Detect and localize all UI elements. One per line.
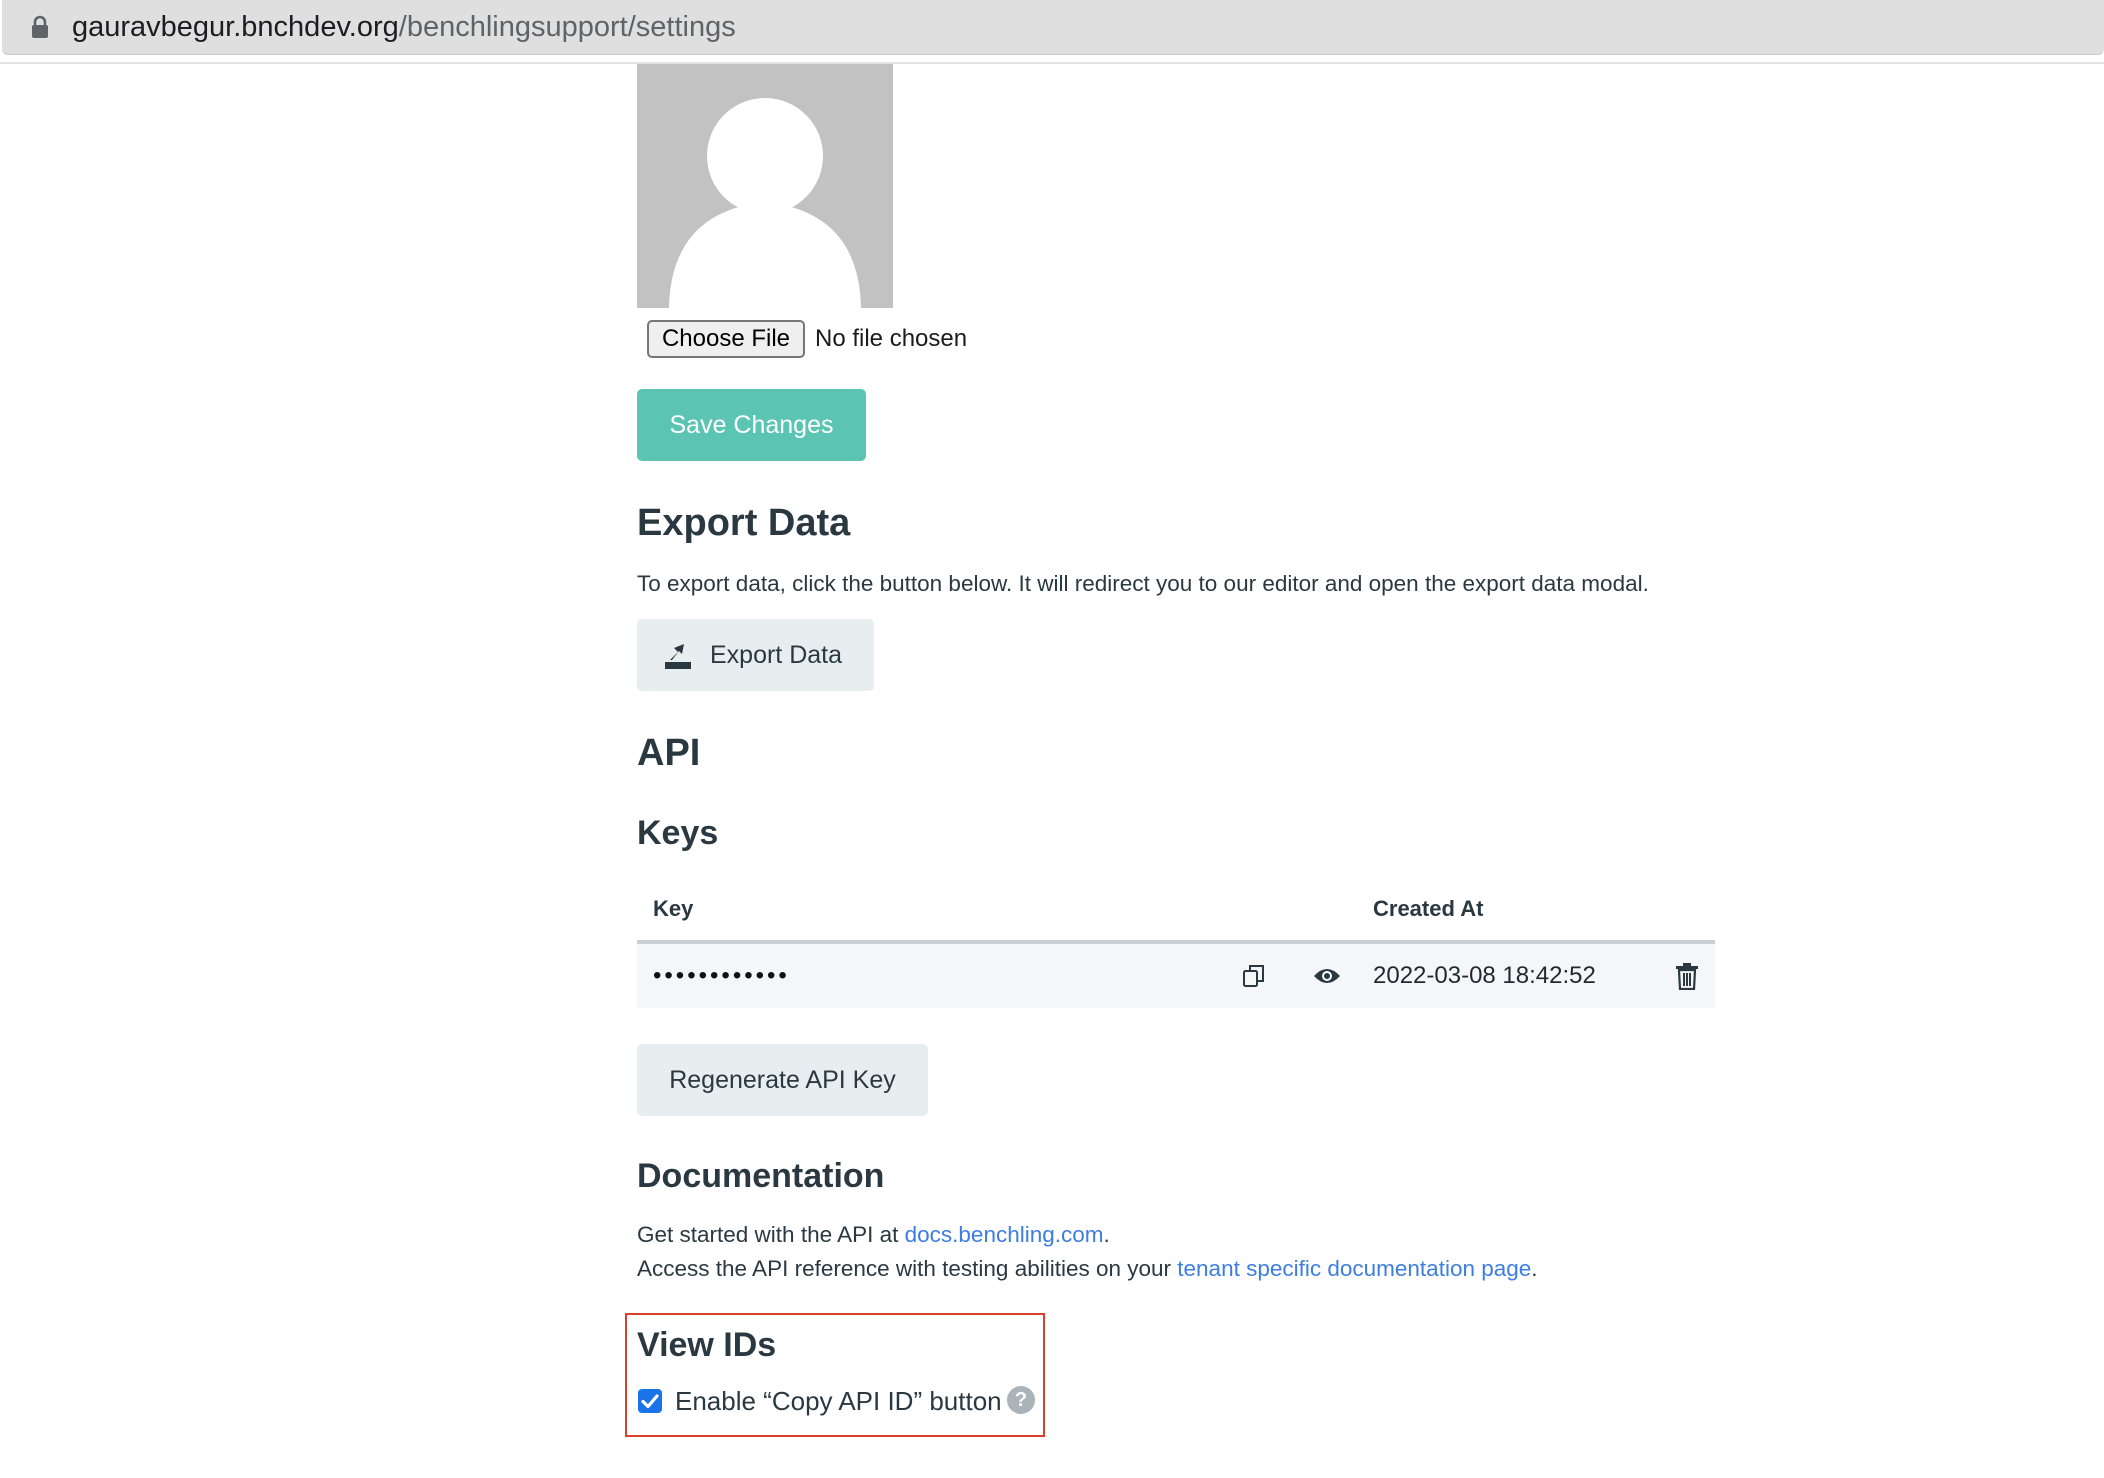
url-text[interactable]: gauravbegur.bnchdev.org/benchlingsupport…	[72, 10, 736, 44]
avatar-placeholder	[637, 64, 893, 308]
view-ids-heading: View IDs	[637, 1326, 777, 1364]
divider	[0, 62, 2104, 64]
export-description: To export data, click the button below. …	[637, 571, 1649, 596]
export-data-button[interactable]: Export Data	[637, 619, 874, 691]
copy-key-button[interactable]	[1241, 944, 1269, 1008]
url-host: gauravbegur.bnchdev.org	[72, 11, 399, 43]
delete-key-button[interactable]	[1675, 944, 1701, 1008]
export-data-heading: Export Data	[637, 502, 851, 544]
docs-line-2: Access the API reference with testing ab…	[637, 1256, 1538, 1282]
table-header: Key Created At	[637, 880, 1715, 944]
file-status-text: No file chosen	[815, 325, 968, 352]
reveal-key-button[interactable]	[1313, 944, 1343, 1008]
help-icon[interactable]: ?	[1007, 1386, 1035, 1414]
docs-link[interactable]: docs.benchling.com	[905, 1222, 1104, 1247]
regenerate-api-key-button[interactable]: Regenerate API Key	[637, 1044, 928, 1116]
copy-api-id-checkbox[interactable]	[638, 1389, 662, 1413]
docs-line-1-text: Get started with the API at	[637, 1222, 905, 1247]
copy-icon	[1243, 965, 1264, 987]
docs-line-2-text: Access the API reference with testing ab…	[637, 1256, 1178, 1281]
column-header-created-at: Created At	[1373, 896, 1484, 921]
lock-icon	[32, 15, 48, 38]
column-header-key: Key	[653, 896, 694, 921]
docs-line-1: Get started with the API at docs.benchli…	[637, 1222, 1110, 1248]
keys-heading: Keys	[637, 814, 719, 852]
choose-file-button[interactable]: Choose File	[647, 320, 805, 358]
checkmark-icon	[641, 1394, 659, 1409]
address-bar[interactable]: gauravbegur.bnchdev.org/benchlingsupport…	[2, 0, 2104, 55]
created-at-value: 2022-03-08 18:42:52	[1373, 962, 1596, 989]
api-heading: API	[637, 732, 701, 774]
export-icon	[665, 644, 691, 669]
user-silhouette-icon	[669, 98, 861, 308]
api-keys-table: Key Created At •••••••••••• 2022-03-08 1…	[637, 880, 1715, 1008]
export-data-label: Export Data	[710, 640, 843, 669]
documentation-heading: Documentation	[637, 1157, 885, 1195]
trash-icon	[1676, 963, 1698, 990]
tenant-docs-link[interactable]: tenant specific documentation page	[1177, 1256, 1531, 1281]
url-path: /benchlingsupport/settings	[398, 11, 736, 43]
copy-api-id-label[interactable]: Enable “Copy API ID” button	[675, 1386, 1002, 1417]
save-changes-button[interactable]: Save Changes	[637, 389, 866, 461]
eye-icon	[1314, 969, 1340, 983]
docs-line-1-period: .	[1103, 1222, 1110, 1247]
docs-line-2-period: .	[1531, 1256, 1538, 1281]
table-row: •••••••••••• 2022-03-08 18:42:52	[637, 944, 1715, 1008]
api-key-masked: ••••••••••••	[653, 962, 790, 989]
